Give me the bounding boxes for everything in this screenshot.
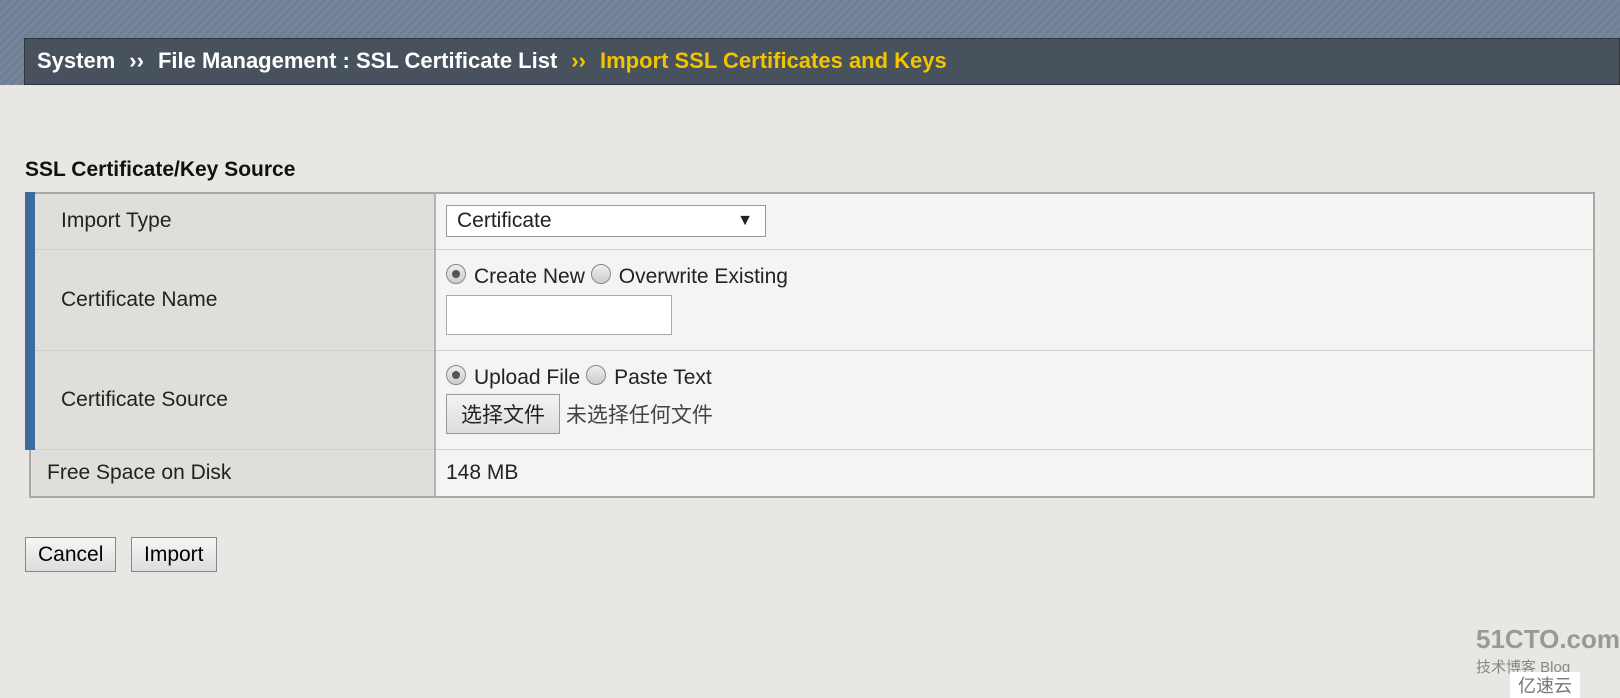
import-type-select[interactable]: Certificate ▼ [446,205,766,238]
paste-text-radio[interactable] [586,365,607,385]
breadcrumb-current: Import SSL Certificates and Keys [599,48,947,73]
cancel-button[interactable]: Cancel [25,537,117,572]
paste-text-label[interactable]: Paste Text [614,366,712,389]
section-title: SSL Certificate/Key Source [25,158,296,181]
watermark-logo: 51CTO.com [1476,624,1620,654]
upload-file-radio[interactable] [446,365,466,385]
free-space-label: Free Space on Disk [30,449,436,498]
watermark-yisu: 亿速云 [1510,672,1580,698]
import-type-label: Import Type [25,193,436,250]
dropdown-arrow-icon: ▼ [737,212,753,230]
upload-file-label[interactable]: Upload File [474,366,580,389]
overwrite-existing-radio[interactable] [590,264,611,284]
certificate-name-input[interactable] [446,295,672,335]
certificate-name-label: Certificate Name [25,249,436,351]
certificate-source-label: Certificate Source [25,350,436,450]
file-status: 未选择任何文件 [565,404,713,427]
choose-file-button[interactable]: 选择文件 [446,394,560,434]
free-space-value: 148 MB [435,449,1594,498]
import-type-value: Certificate [457,209,552,233]
import-form: Import Type Certificate ▼ Certificate Nam… [25,192,1595,498]
import-button[interactable]: Import [131,537,217,572]
create-new-label[interactable]: Create New [474,265,585,288]
overwrite-existing-label[interactable]: Overwrite Existing [619,265,788,288]
breadcrumb-ssl-list[interactable]: File Management : SSL Certificate List [158,48,557,73]
create-new-radio[interactable] [446,264,466,284]
breadcrumb-separator: ›› [571,48,586,73]
breadcrumb-system[interactable]: System [37,48,115,73]
breadcrumb-separator: ›› [129,48,144,73]
breadcrumb: System ›› File Management : SSL Certificat… [24,38,1620,85]
